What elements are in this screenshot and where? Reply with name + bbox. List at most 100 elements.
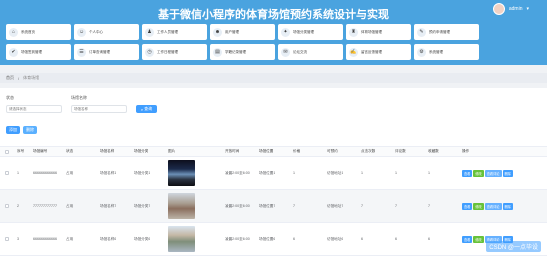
content-card: 状态 场馆名称 ⌕ 查询 添加 删除 序号场馆编号状态场馆名称场馆分类图片开放时…	[0, 88, 547, 256]
row-check-cell	[5, 157, 9, 189]
system-icon: ⚙	[417, 47, 426, 57]
cell-index: 1	[17, 171, 19, 175]
cell-location: 场馆位置6	[259, 236, 276, 241]
cell-category: 场馆分类7	[134, 203, 151, 208]
name-filter: 场馆名称	[71, 95, 127, 113]
nav-item-8[interactable]: ☰ 订单查询管理	[74, 44, 139, 60]
status-select[interactable]	[6, 105, 62, 113]
cell-clicks: 7	[361, 204, 363, 208]
header: 基于微信小程序的体育场馆预约系统设计与实现 admin ▾ ⌂ 系统首页 ☺ 个人中心…	[0, 0, 547, 65]
nav-item-11[interactable]: ✉ 论坛交流	[278, 44, 343, 60]
avatar[interactable]	[492, 3, 505, 15]
table-row[interactable]: 2 777777777777 占用 场馆名称7 场馆分类7 凌晨2:00至6:00 场馆位置…	[0, 190, 547, 223]
name-input[interactable]	[71, 105, 127, 113]
nav-item-5[interactable]: ♜ 体育场馆管理	[346, 24, 411, 40]
ops-cell: 查看 修改 查看评论 删除	[462, 190, 513, 222]
breadcrumb-separator: /	[18, 75, 20, 81]
select-all-cell	[5, 147, 9, 156]
delete-button[interactable]: 删除	[502, 169, 513, 177]
delete-button[interactable]: 删除	[502, 202, 513, 210]
table-row[interactable]: 1 666666666666 占用 场馆名称1 场馆分类1 凌晨2:00至6:00 场馆位置…	[0, 157, 547, 190]
venue-image	[168, 160, 195, 186]
nav-item-12[interactable]: ✍ 留言反馈管理	[346, 44, 411, 60]
search-button[interactable]: ⌕ 查询	[136, 105, 157, 113]
table-header: 序号 场馆编号 状态 场馆名称 场馆分类 图片 开放时间 场馆位置 价格 可预约 点击次数 评论数 收藏…	[0, 146, 547, 157]
view-button[interactable]: 查看	[462, 202, 473, 210]
chevron-down-icon[interactable]: ▾	[526, 6, 529, 12]
view-comments-button[interactable]: 查看评论	[484, 169, 502, 177]
name-filter-label: 场馆名称	[71, 95, 87, 100]
cell-status: 占用	[66, 203, 74, 208]
nav-item-label: 体育场馆管理	[361, 29, 382, 34]
nav-item-label: 预约申请管理	[429, 29, 450, 34]
cell-favorites: 1	[428, 171, 430, 175]
cell-hours: 凌晨2:00至6:00	[225, 203, 250, 208]
column-header: 场馆名称	[100, 149, 115, 153]
breadcrumb: 首页 / 体育场馆	[0, 73, 547, 83]
cell-location: 场馆位置1	[259, 170, 276, 175]
cell-clicks: 1	[361, 171, 363, 175]
view-button[interactable]: 查看	[462, 235, 473, 243]
category-icon: ✦	[281, 27, 290, 37]
nav-item-4[interactable]: ✦ 场馆分类管理	[278, 24, 343, 40]
nav-item-7[interactable]: ✔ 场馆签到管理	[6, 44, 71, 60]
column-header: 图片	[168, 149, 176, 153]
nav-item-label: 订单查询管理	[89, 49, 110, 54]
row-check-cell	[5, 223, 9, 255]
nav-item-2[interactable]: ♟ 工作人员管理	[142, 24, 207, 40]
nav-item-label: 工作日程管理	[157, 49, 178, 54]
cell-available: 访馆地址6	[327, 236, 344, 241]
edit-button[interactable]: 修改	[473, 202, 484, 210]
search-icon: ⌕	[140, 106, 144, 112]
column-header: 场馆位置	[259, 149, 274, 153]
cell-price: 7	[293, 204, 295, 208]
users-icon: ☻	[213, 27, 222, 37]
top-nav: ⌂ 系统首页 ☺ 个人中心 ♟ 工作人员管理 ☻ 用户管理 ✦ 场馆分类管理 ♜ 体育场馆管理 ✎ 预约申…	[6, 24, 541, 60]
breadcrumb-home[interactable]: 首页	[6, 75, 14, 81]
row-checkbox[interactable]	[5, 204, 9, 208]
status-filter: 状态	[6, 95, 62, 113]
cell-status: 占用	[66, 236, 74, 241]
nav-item-13[interactable]: ⚙ 系统管理	[414, 44, 479, 60]
batch-delete-button[interactable]: 删除	[23, 126, 37, 134]
nav-item-label: 场馆分类管理	[293, 29, 314, 34]
nav-item-label: 学籍记录管理	[225, 49, 246, 54]
image-cell	[168, 190, 195, 222]
row-checkbox[interactable]	[5, 171, 9, 175]
search-button-label: 查询	[144, 106, 153, 111]
cell-location: 场馆位置7	[259, 203, 276, 208]
nav-item-0[interactable]: ⌂ 系统首页	[6, 24, 71, 40]
venue-table: 序号 场馆编号 状态 场馆名称 场馆分类 图片 开放时间 场馆位置 价格 可预约 点击次数 评论数 收藏…	[0, 146, 547, 256]
nav-item-9[interactable]: ◷ 工作日程管理	[142, 44, 207, 60]
nav-item-10[interactable]: ▤ 学籍记录管理	[210, 44, 275, 60]
cell-code: 666666666666	[33, 171, 57, 175]
nav-item-1[interactable]: ☺ 个人中心	[74, 24, 139, 40]
image-cell	[168, 223, 195, 255]
column-header: 序号	[17, 149, 25, 153]
cell-available: 访馆地址7	[327, 203, 344, 208]
nav-item-label: 工作人员管理	[157, 29, 178, 34]
table-row[interactable]: 3 666666666666 占用 场馆名称6 场馆分类6 凌晨2:00至6:00 场馆位置…	[0, 223, 547, 256]
select-all-checkbox[interactable]	[5, 149, 9, 154]
view-button[interactable]: 查看	[462, 169, 473, 177]
column-header: 场馆编号	[33, 149, 48, 153]
column-header: 点击次数	[361, 149, 376, 153]
cell-index: 3	[17, 237, 19, 241]
ops-cell: 查看 修改 查看评论 删除	[462, 157, 513, 189]
cell-hours: 凌晨2:00至6:00	[225, 236, 250, 241]
filter-bar: 状态 场馆名称 ⌕ 查询	[6, 95, 157, 113]
cell-favorites: 7	[428, 204, 430, 208]
nav-item-3[interactable]: ☻ 用户管理	[210, 24, 275, 40]
user-menu[interactable]: admin ▾	[492, 3, 529, 15]
nav-item-6[interactable]: ✎ 预约申请管理	[414, 24, 479, 40]
edit-button[interactable]: 修改	[473, 235, 484, 243]
view-comments-button[interactable]: 查看评论	[484, 202, 502, 210]
add-button[interactable]: 添加	[6, 126, 20, 134]
signin-icon: ✔	[9, 47, 18, 57]
row-check-cell	[5, 190, 9, 222]
cell-comments: 1	[395, 171, 397, 175]
row-checkbox[interactable]	[5, 237, 9, 241]
nav-item-label: 场馆签到管理	[21, 49, 42, 54]
edit-button[interactable]: 修改	[473, 169, 484, 177]
username[interactable]: admin	[509, 6, 523, 12]
